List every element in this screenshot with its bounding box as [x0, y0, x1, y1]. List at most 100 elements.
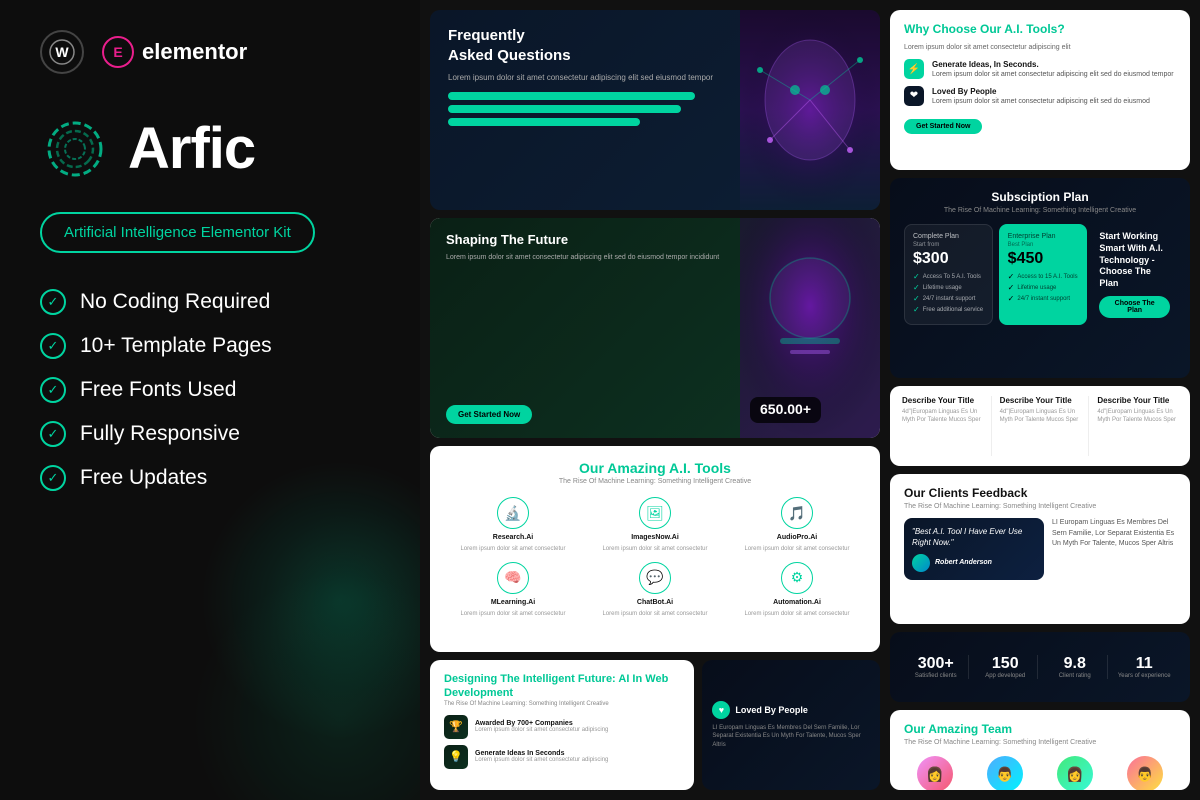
feedback-content: "Best A.I. Tool I Have Ever Use Right No…	[904, 518, 1176, 580]
why-item-1-title: Generate Ideas, In Seconds.	[932, 59, 1174, 70]
team-title-prefix: Our Amazing	[904, 722, 982, 736]
sub-enterprise-feat-3: ✓24/7 instant support	[1008, 294, 1079, 303]
ai-tools-title-accent: A.I. Tools	[669, 460, 731, 476]
feature-templates: ✓ 10+ Template Pages	[40, 333, 380, 359]
feature-label-3: Free Fonts Used	[80, 378, 236, 402]
automation-icon: ⚙	[781, 562, 813, 594]
faq-bar-2	[448, 105, 681, 113]
faq-subtitle: Lorem ipsum dolor sit amet consectetur a…	[448, 73, 722, 82]
sub-plan-cta: Start Working Smart With A.I. Technology…	[1093, 224, 1176, 325]
shaping-title-block: Shaping The Future Lorem ipsum dolor sit…	[446, 232, 724, 262]
tool-automation-desc: Lorem ipsum dolor sit amet consectetur	[744, 611, 849, 619]
describe-card: Describe Your Title 4d"|Europam Linguas …	[890, 386, 1190, 466]
sub-plan-enterprise: Enterprise Plan Best Plan $450 ✓Access t…	[999, 224, 1088, 325]
why-title-accent: A.I. Tools?	[1004, 22, 1064, 36]
sub-title: Subsciption Plan	[904, 190, 1176, 204]
loved-box: ♥ Loved By People LI Europam Linguas Es …	[702, 660, 880, 790]
tool-images-desc: Lorem ipsum dolor sit amet consectetur	[602, 546, 707, 554]
check-icon-2: ✓	[40, 333, 66, 359]
faq-title: FrequentlyAsked Questions	[448, 26, 722, 65]
designing-section: Designing The Intelligent Future: AI In …	[430, 660, 880, 790]
feature-fonts: ✓ Free Fonts Used	[40, 377, 380, 403]
tool-audio: 🎵 AudioPro.Ai Lorem ipsum dolor sit amet…	[730, 497, 864, 554]
describe-col-2-text: 4d"|Europam Linguas Es Un Myth Por Talen…	[1000, 408, 1081, 425]
tool-research-name: Research.Ai	[493, 534, 533, 541]
describe-col-2-title: Describe Your Title	[1000, 396, 1081, 405]
audio-icon: 🎵	[781, 497, 813, 529]
why-icon-1: ⚡	[904, 59, 924, 79]
loved-desc: LI Europam Linguas Es Membres Del Sern F…	[712, 724, 870, 749]
generate-desc: Lorem ipsum dolor sit amet consectetur a…	[475, 757, 608, 763]
member-avatar-3: 👩	[1057, 756, 1093, 790]
ai-tools-title-prefix: Our Amazing	[579, 460, 669, 476]
why-item-1: ⚡ Generate Ideas, In Seconds. Lorem ipsu…	[904, 59, 1176, 80]
why-card: Why Choose Our A.I. Tools? Lorem ipsum d…	[890, 10, 1190, 170]
faq-bar-3	[448, 118, 640, 126]
why-item-2: ❤ Loved By People Lorem ipsum dolor sit …	[904, 86, 1176, 107]
sub-choose-plan-button[interactable]: Choose The Plan	[1099, 296, 1170, 318]
sub-plan-cta-text: Start Working Smart With A.I. Technology…	[1099, 231, 1170, 289]
author-avatar	[912, 554, 930, 572]
faq-content: FrequentlyAsked Questions Lorem ipsum do…	[430, 10, 740, 210]
team-subtitle: The Rise Of Machine Learning: Something …	[904, 739, 1176, 746]
awarded-desc: Lorem ipsum dolor sit amet consectetur a…	[475, 727, 608, 733]
sub-subtitle: The Rise Of Machine Learning: Something …	[904, 207, 1176, 214]
member-avatar-1: 👩	[917, 756, 953, 790]
tool-mlearning-desc: Lorem ipsum dolor sit amet consectetur	[460, 611, 565, 619]
feedback-author: Robert Anderson	[912, 554, 1036, 572]
stat-clients: 300+ Satisfied clients	[904, 655, 969, 679]
sub-plan-complete-name: Complete Plan	[913, 233, 984, 240]
stat-apps-label: App developed	[979, 673, 1033, 679]
check-icon-5: ✓	[40, 465, 66, 491]
awarded-text-block: Awarded By 700+ Companies Lorem ipsum do…	[475, 720, 608, 733]
team-member-1: 👩 Robert Marion Doe CEO & Founder f t in	[904, 756, 966, 790]
design-features-list: 🏆 Awarded By 700+ Companies Lorem ipsum …	[444, 715, 680, 769]
why-cta-button[interactable]: Get Started Now	[904, 119, 982, 134]
stat-apps: 150 App developed	[974, 655, 1039, 679]
tool-automation: ⚙ Automation.Ai Lorem ipsum dolor sit am…	[730, 562, 864, 619]
design-feat-generate: 💡 Generate Ideas In Seconds Lorem ipsum …	[444, 745, 680, 769]
brand-name: Arfic	[128, 120, 255, 178]
sub-plan-enterprise-best: Best Plan	[1008, 242, 1079, 248]
tool-chatbot-desc: Lorem ipsum dolor sit amet consectetur	[602, 611, 707, 619]
shaping-image: 650.00+	[740, 218, 880, 438]
feedback-quote-text: "Best A.I. Tool I Have Ever Use Right No…	[912, 526, 1036, 548]
team-member-3: 👩 Robert Marion Doe Developer f t in	[1044, 756, 1106, 790]
tool-chatbot-name: ChatBot.Ai	[637, 599, 673, 606]
shaping-cta-button[interactable]: Get Started Now	[446, 405, 532, 424]
team-member-2: 👨 Aliop Matropoulo AI Specialist f t in	[974, 756, 1036, 790]
sub-complete-feat-4: ✓Free additional service	[913, 305, 984, 314]
designing-title-prefix: Designing The Intelligent Future:	[444, 673, 618, 685]
why-title: Why Choose Our A.I. Tools?	[904, 22, 1176, 36]
shaping-inner: Shaping The Future Lorem ipsum dolor sit…	[430, 218, 880, 438]
generate-icon: 💡	[444, 745, 468, 769]
tool-research: 🔬 Research.Ai Lorem ipsum dolor sit amet…	[446, 497, 580, 554]
feedback-quote-card: "Best A.I. Tool I Have Ever Use Right No…	[904, 518, 1044, 580]
loved-title: Loved By People	[735, 705, 808, 715]
why-item-2-desc: Lorem ipsum dolor sit amet consectetur a…	[932, 98, 1150, 105]
describe-col-2: Describe Your Title 4d"|Europam Linguas …	[1000, 396, 1090, 456]
loved-header: ♥ Loved By People	[712, 701, 808, 719]
describe-col-3-text: 4d"|Europam Linguas Es Un Myth Por Talen…	[1097, 408, 1178, 425]
left-panel: W E elementor Arfic Artificial I	[0, 0, 420, 800]
right-side-column: Why Choose Our A.I. Tools? Lorem ipsum d…	[890, 10, 1190, 790]
stat-years: 11 Years of experience	[1113, 655, 1177, 679]
subscription-card: Subsciption Plan The Rise Of Machine Lea…	[890, 178, 1190, 378]
tool-research-desc: Lorem ipsum dolor sit amet consectetur	[460, 546, 565, 554]
feature-label-1: No Coding Required	[80, 290, 270, 314]
ai-tools-card: Our Amazing A.I. Tools The Rise Of Machi…	[430, 446, 880, 652]
brand-logo-icon	[40, 114, 110, 184]
why-desc: Lorem ipsum dolor sit amet consectetur a…	[904, 44, 1176, 51]
shaping-title: Shaping The Future	[446, 232, 724, 248]
sub-plans: Complete Plan Start from $300 ✓Access To…	[904, 224, 1176, 325]
designing-subtitle: The Rise Of Machine Learning: Something …	[444, 701, 680, 707]
why-item-2-title: Loved By People	[932, 86, 1150, 97]
describe-col-3-title: Describe Your Title	[1097, 396, 1178, 405]
team-card: Our Amazing Team The Rise Of Machine Lea…	[890, 710, 1190, 790]
feature-updates: ✓ Free Updates	[40, 465, 380, 491]
tagline-badge: Artificial Intelligence Elementor Kit	[40, 212, 315, 253]
team-title-accent: Team	[982, 722, 1012, 736]
feature-responsive: ✓ Fully Responsive	[40, 421, 380, 447]
describe-col-1: Describe Your Title 4d"|Europam Linguas …	[902, 396, 992, 456]
shaping-card: Shaping The Future Lorem ipsum dolor sit…	[430, 218, 880, 438]
